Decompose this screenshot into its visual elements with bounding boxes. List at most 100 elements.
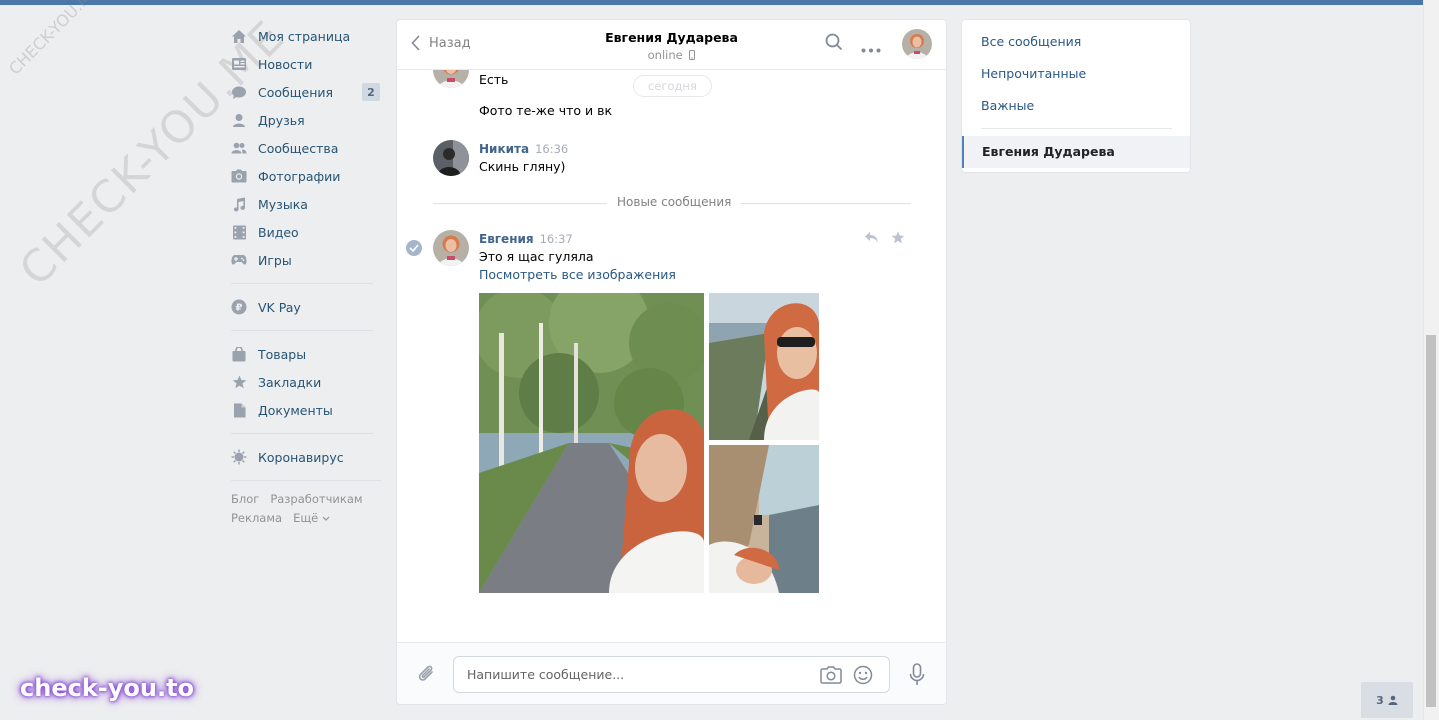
nav-item-messages[interactable]: Сообщения 2 <box>229 78 381 106</box>
nav-item-bookmarks[interactable]: Закладки <box>229 368 381 396</box>
nav-label: Игры <box>258 252 292 268</box>
online-count: 3 <box>1376 693 1384 707</box>
message-text: Это я щас гуляла <box>479 249 594 264</box>
message-composer: Напишите сообщение... <box>397 642 946 704</box>
nav-divider <box>231 433 373 434</box>
nav-item-photos[interactable]: Фотографии <box>229 162 381 190</box>
footer-link-more[interactable]: Ещё <box>293 511 330 525</box>
message-input[interactable]: Напишите сообщение... <box>453 656 890 693</box>
nav-item-my-page[interactable]: Моя страница <box>229 22 381 50</box>
photo-attachment[interactable] <box>709 445 819 593</box>
scrollbar-thumb[interactable] <box>1426 335 1436 707</box>
nav-item-friends[interactable]: Друзья <box>229 106 381 134</box>
filter-all-messages[interactable]: Все сообщения <box>981 34 1081 49</box>
camera-icon[interactable] <box>820 666 842 687</box>
nav-divider <box>231 283 373 284</box>
top-accent-bar <box>0 0 1423 5</box>
footer-link-ads[interactable]: Реклама <box>231 511 282 525</box>
nav-label: Коронавирус <box>258 449 344 465</box>
author-name: Евгения <box>479 232 534 246</box>
nav-divider <box>231 480 381 481</box>
message-text: Есть <box>479 72 509 87</box>
nav-label: Сообщения <box>258 84 334 100</box>
communities-icon <box>231 140 247 156</box>
nav-item-coronavirus[interactable]: Коронавирус <box>229 443 381 471</box>
chat-panel: Назад Евгения Дударева online сегодня Ес… <box>396 19 947 705</box>
sender-avatar[interactable] <box>433 230 469 266</box>
message-author[interactable]: Никита 16:36 <box>479 142 568 156</box>
virus-icon <box>231 449 247 465</box>
left-navigation: Моя страница Новости Сообщения 2 Друзья … <box>229 22 381 528</box>
watermark-logo: check-you.to <box>20 674 195 702</box>
peer-status-text: online <box>647 48 683 62</box>
music-icon <box>231 196 247 212</box>
nav-label: Друзья <box>258 112 305 128</box>
nav-label: Видео <box>258 224 299 240</box>
conversation-filters: Все сообщения Непрочитанные Важные Евген… <box>961 19 1191 173</box>
message-time: 16:36 <box>535 142 569 156</box>
view-all-images-link[interactable]: Посмотреть все изображения <box>479 267 676 282</box>
footer-link-developers[interactable]: Разработчикам <box>270 492 362 506</box>
message-text: Фото те-же что и вк <box>479 103 613 118</box>
date-separator: сегодня <box>633 75 712 97</box>
person-icon <box>1388 695 1398 705</box>
nav-label: VK Pay <box>258 299 301 315</box>
search-icon[interactable] <box>825 33 843 54</box>
unread-count-badge: 2 <box>362 83 380 101</box>
new-messages-label: Новые сообщения <box>607 195 742 209</box>
mobile-phone-icon <box>689 50 696 60</box>
nav-item-music[interactable]: Музыка <box>229 190 381 218</box>
nav-item-vk-pay[interactable]: ₽ VK Pay <box>229 293 381 321</box>
nav-item-communities[interactable]: Сообщества <box>229 134 381 162</box>
footer-link-blog[interactable]: Блог <box>231 492 259 506</box>
document-icon <box>231 402 247 418</box>
nav-label: Закладки <box>258 374 322 390</box>
attach-paperclip-icon[interactable] <box>417 663 437 688</box>
nav-item-documents[interactable]: Документы <box>229 396 381 424</box>
photo-attachment[interactable] <box>479 293 704 593</box>
filter-divider <box>981 128 1172 129</box>
nav-item-video[interactable]: Видео <box>229 218 381 246</box>
nav-label: Документы <box>258 402 333 418</box>
nav-label: Товары <box>258 346 307 362</box>
more-actions-icon[interactable] <box>861 41 881 56</box>
gamepad-icon <box>231 252 247 268</box>
footer-more-label: Ещё <box>293 511 319 525</box>
message-author[interactable]: Евгения 16:37 <box>479 232 573 246</box>
nav-label: Фотографии <box>258 168 341 184</box>
nav-label: Музыка <box>258 196 308 212</box>
message-time: 16:37 <box>539 232 573 246</box>
photo-attachment[interactable] <box>709 293 819 440</box>
nav-label: Моя страница <box>258 28 351 44</box>
author-name: Никита <box>479 142 530 156</box>
filter-unread[interactable]: Непрочитанные <box>981 66 1086 81</box>
active-conversation-item[interactable]: Евгения Дударева <box>962 136 1190 168</box>
nav-item-goods[interactable]: Товары <box>229 340 381 368</box>
filter-important[interactable]: Важные <box>981 98 1034 113</box>
microphone-icon[interactable] <box>909 663 925 690</box>
svg-text:₽: ₽ <box>236 303 243 314</box>
favorite-star-icon[interactable] <box>891 231 905 247</box>
reply-icon[interactable] <box>864 231 879 247</box>
emoji-smile-icon[interactable] <box>853 665 873 688</box>
ruble-icon: ₽ <box>231 299 247 315</box>
video-icon <box>231 224 247 240</box>
message-history[interactable]: сегодня Есть Фото те-же что и вк Никита 1… <box>397 70 946 642</box>
nav-item-games[interactable]: Игры <box>229 246 381 274</box>
messages-icon <box>231 84 247 100</box>
nav-label: Новости <box>258 56 313 72</box>
nav-divider <box>231 330 373 331</box>
sender-avatar[interactable] <box>433 70 469 88</box>
read-check-icon[interactable] <box>406 240 422 256</box>
peer-avatar[interactable] <box>902 29 932 59</box>
footer-links: Блог Разработчикам Реклама Ещё <box>231 490 381 528</box>
sender-avatar[interactable] <box>433 140 469 176</box>
message-input-placeholder: Напишите сообщение... <box>467 667 625 682</box>
chat-header: Назад Евгения Дударева online <box>397 20 946 70</box>
message-text: Скинь гляну) <box>479 159 566 174</box>
nav-item-news[interactable]: Новости <box>229 50 381 78</box>
online-friends-button[interactable]: 3 <box>1361 682 1413 718</box>
star-icon <box>231 374 247 390</box>
nav-label: Сообщества <box>258 140 339 156</box>
news-icon <box>231 56 247 72</box>
